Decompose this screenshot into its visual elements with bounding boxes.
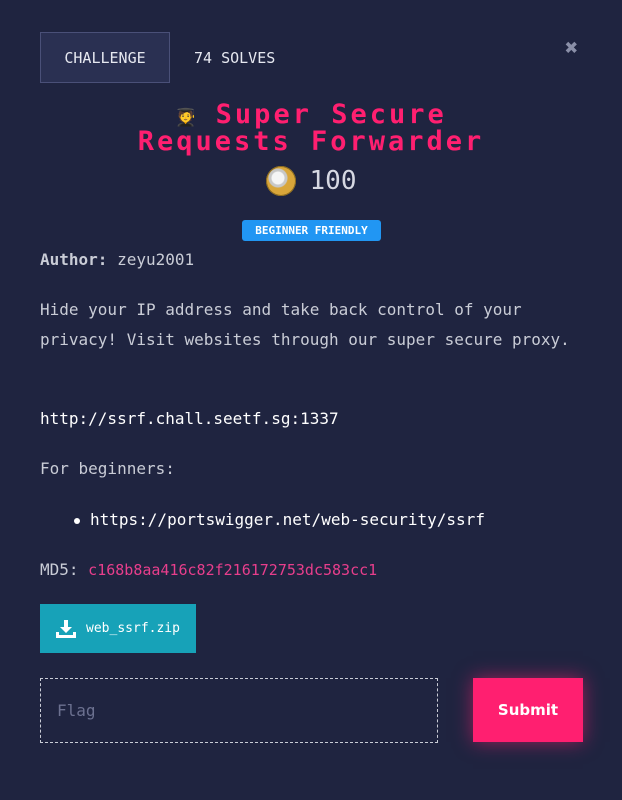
title-line-2: Requests Forwarder <box>137 126 485 157</box>
download-label: web_ssrf.zip <box>86 621 180 636</box>
beginner-links-list: https://portswigger.net/web-security/ssr… <box>40 505 485 535</box>
challenge-tabs: CHALLENGE 74 SOLVES <box>40 32 275 83</box>
md5-line: MD5: c168b8aa416c82f216172753dc583cc1 <box>40 555 377 585</box>
for-beginners-label: For beginners: <box>40 459 175 478</box>
points-display: 100 <box>0 166 622 196</box>
challenge-url: http://ssrf.chall.seetf.sg:1337 <box>40 409 339 428</box>
download-icon <box>56 619 77 638</box>
tab-challenge[interactable]: CHALLENGE <box>40 32 170 83</box>
challenge-title: 🧑‍🎓 Super Secure Requests Forwarder <box>0 101 622 157</box>
beginner-friendly-badge: BEGINNER FRIENDLY <box>242 220 381 241</box>
author-name: zeyu2001 <box>117 250 195 269</box>
student-emoji-icon: 🧑‍🎓 <box>175 108 197 128</box>
download-button[interactable]: web_ssrf.zip <box>40 604 196 653</box>
author-line: Author: zeyu2001 <box>40 245 194 275</box>
list-item[interactable]: https://portswigger.net/web-security/ssr… <box>74 505 485 535</box>
tab-solves[interactable]: 74 SOLVES <box>194 49 275 67</box>
challenge-description: Hide your IP address and take back contr… <box>40 300 570 349</box>
flag-input[interactable] <box>40 678 438 743</box>
coin-icon <box>265 166 296 196</box>
close-icon[interactable]: ✖ <box>565 38 578 60</box>
submit-button[interactable]: Submit <box>473 678 583 742</box>
points-value: 100 <box>309 166 357 196</box>
author-label: Author: <box>40 250 108 269</box>
md5-label: MD5: <box>40 560 79 579</box>
md5-value: c168b8aa416c82f216172753dc583cc1 <box>88 561 378 579</box>
